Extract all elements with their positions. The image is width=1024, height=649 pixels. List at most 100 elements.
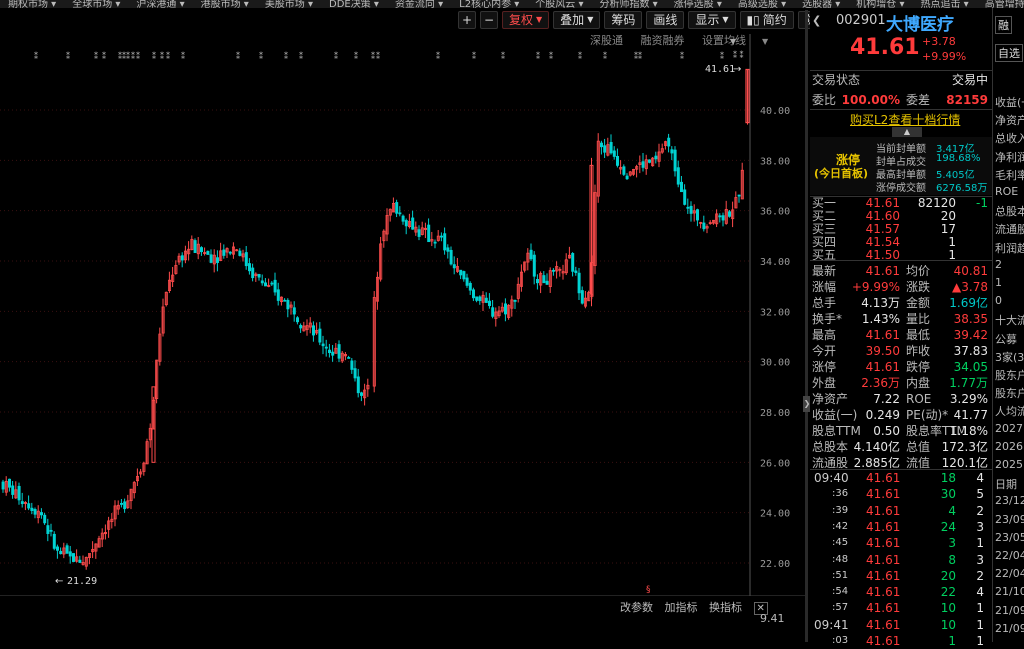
candle-body xyxy=(238,250,242,256)
bid-row[interactable]: 买三 41.57 17 xyxy=(810,223,992,236)
candle-body xyxy=(574,270,578,273)
chevron-down-icon[interactable]: ▼ xyxy=(730,37,737,46)
event-marker-icon[interactable]: ⁑ xyxy=(536,50,540,61)
event-marker-icon[interactable]: ⁑ xyxy=(34,50,38,61)
candle-body xyxy=(59,550,63,555)
event-marker-icon[interactable]: ⁑ xyxy=(720,50,724,61)
kline-chart[interactable]: 40.00 38.00 36.00 34.00 32.00 30.00 28.00 26.00… xyxy=(0,34,805,596)
f10-side-panel: 融自选收益(一净资产总收入净利润毛利率 ROE 总股本流通股利润趋 2 1 0 十大流公募 3… xyxy=(992,8,1024,642)
candle-body xyxy=(20,501,24,505)
panel-divider[interactable] xyxy=(805,10,808,642)
event-marker-icon[interactable]: ⁑ xyxy=(160,50,164,61)
add-indicator-button[interactable]: 加指标 xyxy=(665,601,698,614)
stat-value: 37.83 xyxy=(953,344,988,358)
candle-body xyxy=(580,290,584,304)
event-marker-icon[interactable]: ⁑ xyxy=(680,50,684,61)
stat-label: 总股本 xyxy=(812,440,849,454)
stat-label: 金额 xyxy=(906,296,931,310)
event-marker-icon[interactable]: ⁑ xyxy=(166,50,170,61)
event-marker-icon[interactable]: ⁑ xyxy=(131,50,135,61)
stat-value: 4.13万 xyxy=(861,296,900,310)
edit-params-button[interactable]: 改参数 xyxy=(620,601,653,614)
menu-item[interactable]: L2核心内参 ▾ xyxy=(459,0,519,8)
event-marker-icon[interactable]: ⁑ xyxy=(136,50,140,61)
event-marker-icon[interactable]: ⁑ xyxy=(436,50,440,61)
event-marker-icon[interactable]: ⁑ xyxy=(472,50,476,61)
candle-body xyxy=(571,253,575,272)
bid-row[interactable]: 买二 41.60 20 xyxy=(810,210,992,223)
stat-label: 内盘 xyxy=(906,376,931,390)
watchlist-button[interactable]: 自选 xyxy=(995,44,1023,62)
event-marker-icon[interactable]: ⁑ xyxy=(578,50,582,61)
menu-item[interactable]: 资金流向 ▾ xyxy=(395,0,443,8)
event-marker-icon[interactable]: ⁑ xyxy=(334,50,338,61)
candle-body xyxy=(411,217,415,230)
zoom-out-button[interactable]: − xyxy=(480,11,498,29)
menu-item[interactable]: DDE决策 ▾ xyxy=(329,0,379,8)
event-marker-icon[interactable]: ⁑ xyxy=(638,50,642,61)
fuquan-dropdown[interactable]: 复权 ▼ xyxy=(502,11,550,29)
tick-time: :03 xyxy=(832,635,849,646)
chips-button[interactable]: 筹码 xyxy=(604,11,643,29)
menu-item[interactable]: 热点追击 ▾ xyxy=(921,0,969,8)
prev-stock-arrow-icon[interactable]: ❮ xyxy=(812,14,821,27)
draw-line-button[interactable]: 画线 xyxy=(646,11,685,29)
simple-mode-button[interactable]: ▮▯ 简约 xyxy=(739,11,794,29)
event-marker-icon[interactable]: ⁑ xyxy=(152,50,156,61)
collapse-up-icon[interactable]: ▲ xyxy=(892,127,922,137)
event-marker-icon[interactable]: ⁑ xyxy=(354,50,358,61)
candle-body xyxy=(11,485,15,495)
menu-item[interactable]: 港股市场 ▾ xyxy=(201,0,249,8)
stat-value: 1.18% xyxy=(949,424,988,438)
f10-item: 23/05 xyxy=(995,530,1024,544)
menu-item[interactable]: 高级选股 ▾ xyxy=(738,0,786,8)
menu-item[interactable]: 期权市场 ▾ xyxy=(8,0,56,8)
candle-body xyxy=(311,325,315,336)
candle-body xyxy=(120,503,124,505)
menu-item[interactable]: 个股风云 ▾ xyxy=(535,0,583,8)
event-marker-icon[interactable]: ⁑ xyxy=(102,50,106,61)
event-marker-icon[interactable]: ⁑ xyxy=(259,50,263,61)
menu-item[interactable]: 全球市场 ▾ xyxy=(72,0,120,8)
event-marker-icon[interactable]: ⁑ xyxy=(284,50,288,61)
menu-item[interactable]: 高管增持 ▾ xyxy=(985,0,1024,8)
stat-row: 涨幅 +9.99% 涨跌 ▲3.78 xyxy=(810,279,992,295)
event-marker-icon[interactable]: ⁑ xyxy=(299,50,303,61)
stat-value: 0.249 xyxy=(865,408,900,422)
candle-body xyxy=(65,545,69,554)
menu-item[interactable]: 分析师指数 ▾ xyxy=(599,0,657,8)
bid-row[interactable]: 买一 41.61 82120 -1 xyxy=(810,197,992,210)
menu-item[interactable]: 选股器 ▾ xyxy=(802,0,840,8)
switch-indicator-button[interactable]: 换指标 xyxy=(709,601,742,614)
zoom-in-button[interactable]: + xyxy=(458,11,476,29)
margin-button[interactable]: 融 xyxy=(995,16,1012,34)
candle-body xyxy=(542,275,546,284)
stat-row: 今开 39.50 昨收 37.83 xyxy=(810,343,992,359)
event-marker-icon[interactable]: ⁑ xyxy=(371,50,375,61)
candle-body xyxy=(78,559,82,563)
event-marker-icon[interactable]: ⁑ xyxy=(94,50,98,61)
event-marker-icon[interactable]: ⁑ xyxy=(603,50,607,61)
event-marker-icon[interactable]: ⁑ xyxy=(549,50,553,61)
menu-item[interactable]: 涨停选股 ▾ xyxy=(674,0,722,8)
event-marker-icon[interactable]: ⁑ ⁑ xyxy=(733,49,744,60)
tick-volume: 10 xyxy=(940,601,956,616)
menu-item[interactable]: 美股市场 ▾ xyxy=(265,0,313,8)
candle-body xyxy=(648,159,652,163)
signal-s-icon[interactable]: § xyxy=(646,585,651,595)
display-dropdown[interactable]: 显示 ▼ xyxy=(688,11,736,29)
event-marker-icon[interactable]: ⁑ xyxy=(66,50,70,61)
event-marker-icon[interactable]: ⁑ xyxy=(501,50,505,61)
event-marker-icon[interactable]: ⁑ xyxy=(126,50,130,61)
buy-l2-link[interactable]: 购买L2查看十档行情 xyxy=(850,111,960,128)
tick-time: :45 xyxy=(832,537,849,549)
bid-row[interactable]: 买四 41.54 1 xyxy=(810,236,992,249)
y-axis-tick: 38.00 xyxy=(760,156,790,167)
menu-item[interactable]: 沪深港通 ▾ xyxy=(136,0,184,8)
event-marker-icon[interactable]: ⁑ xyxy=(181,50,185,61)
event-marker-icon[interactable]: ⁑ xyxy=(376,50,380,61)
menu-item[interactable]: 机构增仓 ▾ xyxy=(856,0,904,8)
candle-body xyxy=(43,514,47,524)
overlay-dropdown[interactable]: 叠加 ▼ xyxy=(553,11,601,29)
event-marker-icon[interactable]: ⁑ xyxy=(236,50,240,61)
